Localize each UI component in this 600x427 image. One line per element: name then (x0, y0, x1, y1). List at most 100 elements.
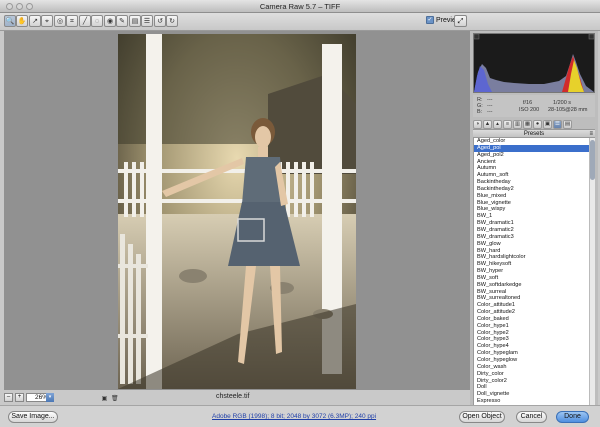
lens-corrections-tab-icon[interactable]: ▦ (523, 119, 532, 129)
preset-item[interactable]: BW_softdarkedge (474, 282, 595, 289)
preset-item[interactable]: Ancient (474, 159, 595, 166)
graduated-filter-icon[interactable]: ▤ (129, 15, 141, 27)
preset-item[interactable]: BW_soft (474, 275, 595, 282)
open-object-button[interactable]: Open Object (459, 411, 505, 423)
preset-item[interactable]: Color_attitude2 (474, 309, 595, 316)
photo-image (118, 34, 356, 389)
histogram (473, 33, 595, 93)
done-button[interactable]: Done (556, 411, 589, 423)
preset-item[interactable]: Aged_pol2 (474, 152, 595, 159)
preset-item[interactable]: Backintheday2 (474, 186, 595, 193)
window-close-icon[interactable] (6, 3, 13, 10)
hand-tool-icon[interactable]: ✋ (16, 15, 28, 27)
preset-item[interactable]: Color_hype1 (474, 323, 595, 330)
preset-item[interactable]: Aged_pol (474, 144, 595, 152)
preset-list-scrollbar[interactable] (589, 138, 595, 426)
preset-item[interactable]: Autumn (474, 165, 595, 172)
red-eye-tool-icon[interactable]: ◉ (104, 15, 116, 27)
preset-item[interactable]: Blue_mixed (474, 193, 595, 200)
zoom-out-button[interactable]: – (4, 392, 13, 402)
zoom-tool-icon[interactable]: 🔍 (4, 15, 16, 27)
iso-value: ISO 200 (519, 107, 540, 113)
chevron-down-icon: ▾ (46, 392, 54, 402)
white-balance-tool-icon[interactable]: ↗ (29, 15, 41, 27)
fullscreen-icon[interactable]: ⤢ (454, 15, 467, 27)
preset-item[interactable]: Color_hype4 (474, 343, 595, 350)
zoom-controls: – + 26% ▾ (4, 392, 54, 402)
preset-item[interactable]: Blue_vignette (474, 200, 595, 207)
targeted-adjustment-tool-icon[interactable]: ◎ (54, 15, 66, 27)
presets-title: Presets (523, 131, 545, 137)
preset-item[interactable]: BW_dramatic1 (474, 220, 595, 227)
bottom-bar: Save Image... Adobe RGB (1998); 8 bit; 2… (0, 405, 600, 427)
cancel-button[interactable]: Cancel (516, 411, 547, 423)
camera-calibration-tab-icon[interactable]: ▣ (543, 119, 552, 129)
split-toning-tab-icon[interactable]: ▥ (513, 119, 522, 129)
image-filename: chsteele.tif (216, 393, 250, 400)
lens-value: 28-105@28 mm (548, 107, 588, 113)
adjustment-brush-icon[interactable]: ✎ (116, 15, 128, 27)
preset-item[interactable]: BW_dramatic2 (474, 227, 595, 234)
aperture-value: f/16 (523, 100, 533, 106)
histogram-graph (473, 33, 595, 92)
preset-item[interactable]: BW_hikeysoft (474, 261, 595, 268)
basic-tab-icon[interactable]: ◑ (473, 119, 482, 129)
preset-item[interactable]: BW_hardslightcolor (474, 254, 595, 261)
window-zoom-icon[interactable] (26, 3, 33, 10)
preset-item[interactable]: BW_hyper (474, 268, 595, 275)
preset-item[interactable]: BW_glow (474, 241, 595, 248)
preset-item[interactable]: Expresso (474, 398, 595, 405)
workflow-options-link[interactable]: Adobe RGB (1998); 8 bit; 2048 by 3072 (6… (212, 413, 376, 420)
snapshots-tab-icon[interactable]: ▤ (563, 119, 572, 129)
preset-item[interactable]: BW_surrealtoned (474, 295, 595, 302)
rotate-cw-icon[interactable]: ↻ (166, 15, 178, 27)
preset-item[interactable]: Blue_wispy (474, 206, 595, 213)
new-preset-icon[interactable]: ▣ (101, 396, 108, 403)
zoom-in-button[interactable]: + (15, 392, 24, 402)
tone-curve-tab-icon[interactable]: ▲ (483, 119, 492, 129)
rotate-ccw-icon[interactable]: ↺ (154, 15, 166, 27)
hsl-tab-icon[interactable]: ≡ (503, 119, 512, 129)
effects-tab-icon[interactable]: ● (533, 119, 542, 129)
preview-checkbox[interactable]: ✓ (426, 16, 434, 24)
crop-tool-icon[interactable]: ⌗ (66, 15, 78, 27)
presets-tab-icon[interactable]: ☰ (553, 119, 562, 129)
image-preview-area[interactable] (4, 31, 470, 390)
preset-item[interactable]: BW_surreal (474, 289, 595, 296)
photo-preview (118, 34, 356, 389)
preset-item[interactable]: Color_hype3 (474, 336, 595, 343)
preset-item[interactable]: Doll (474, 384, 595, 391)
zoom-level-select[interactable]: 26% ▾ (26, 392, 54, 402)
preset-item[interactable]: Color_wash (474, 364, 595, 371)
preset-item[interactable]: Color_hypeglam (474, 350, 595, 357)
preset-item[interactable]: BW_1 (474, 213, 595, 220)
detail-tab-icon[interactable]: ▴ (493, 119, 502, 129)
panel-menu-icon[interactable]: ≡ (589, 130, 593, 138)
scrollbar-thumb[interactable] (590, 140, 595, 180)
preferences-icon[interactable]: ☰ (141, 15, 153, 27)
spot-removal-tool-icon[interactable]: ◌ (91, 15, 103, 27)
color-sampler-tool-icon[interactable]: ⌖ (41, 15, 53, 27)
preset-item[interactable]: Color_baked (474, 316, 595, 323)
window-minimize-icon[interactable] (16, 3, 23, 10)
toolbar: 🔍 ✋ ↗ ⌖ ◎ ⌗ ╱ ◌ ◉ ✎ ▤ ☰ ↺ ↻ ✓ Preview ⤢ (0, 13, 600, 31)
preset-item[interactable]: Dirty_color (474, 371, 595, 378)
delete-preset-icon[interactable]: 🗑 (111, 396, 119, 403)
preset-item[interactable]: Dirty_color2 (474, 378, 595, 385)
straighten-tool-icon[interactable]: ╱ (79, 15, 91, 27)
preset-item[interactable]: BW_dramatic3 (474, 234, 595, 241)
b-value: --- (487, 109, 493, 115)
preset-item[interactable]: Doll_vignette (474, 391, 595, 398)
preset-item[interactable]: Backintheday (474, 179, 595, 186)
preset-list-footer: ▣ 🗑 (101, 396, 119, 403)
preset-item[interactable]: Color_hypeglow (474, 357, 595, 364)
preset-item[interactable]: Autumn_soft (474, 172, 595, 179)
presets-header: Presets ≡ (473, 129, 595, 138)
preset-item[interactable]: Color_attitude1 (474, 302, 595, 309)
rgb-readout: R: --- G: --- B: --- f/16 1/200 s ISO 20… (473, 95, 595, 117)
preset-item[interactable]: BW_hard (474, 248, 595, 255)
save-image-button[interactable]: Save Image... (8, 411, 58, 423)
preset-item[interactable]: Color_hype2 (474, 330, 595, 337)
preset-list[interactable]: Aged_color Aged_pol Aged_pol2 Ancient Autumn… (473, 138, 595, 426)
preset-item[interactable]: Aged_color (474, 138, 595, 145)
